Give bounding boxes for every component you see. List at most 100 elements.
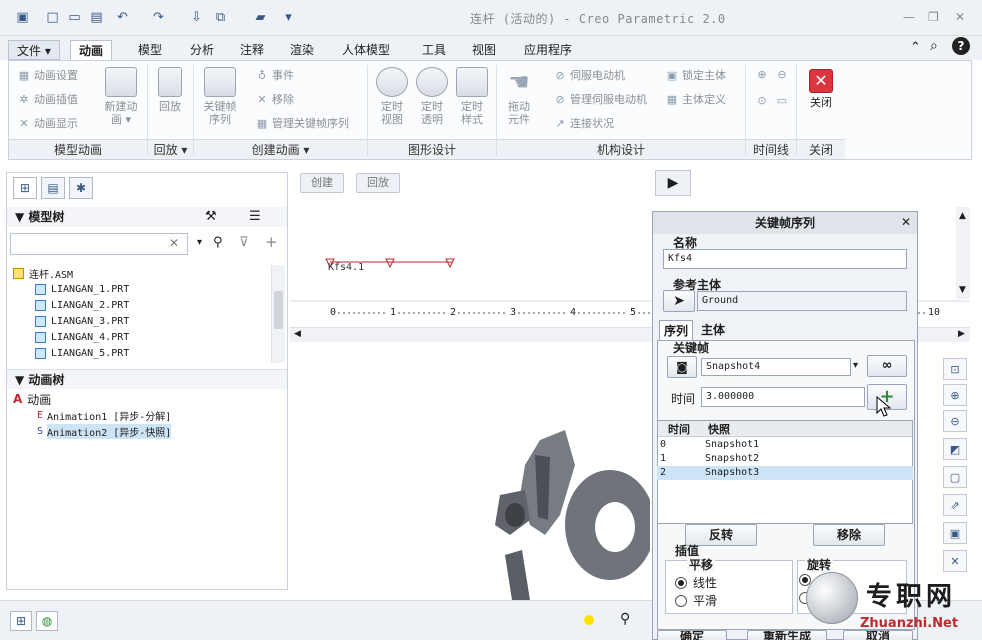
- tab-sequence[interactable]: 序列: [659, 320, 694, 340]
- saved-views-icon[interactable]: ⇗: [943, 494, 967, 516]
- model-tree-header[interactable]: ▼ 模型树: [7, 207, 287, 227]
- dialog-close-button[interactable]: ✕: [901, 215, 911, 229]
- translation-linear-radio[interactable]: 线性: [675, 574, 717, 591]
- close-window-button[interactable]: ✕: [955, 10, 965, 24]
- tab-animation[interactable]: 动画: [70, 40, 113, 60]
- body-definition-button[interactable]: ▦ 主体定义: [665, 91, 726, 107]
- minimize-button[interactable]: —: [903, 10, 915, 24]
- redo-icon[interactable]: ↷: [150, 9, 167, 26]
- tree-item-part[interactable]: LIANGAN_2.PRT: [35, 297, 129, 313]
- open-folder-icon[interactable]: ▭: [66, 9, 83, 26]
- keyframe-marker[interactable]: [445, 258, 455, 269]
- keyframe-row-selected[interactable]: 2 Snapshot3: [657, 466, 913, 480]
- timeline-vscrollbar[interactable]: ▲ ▼: [956, 207, 970, 299]
- timed-view-button[interactable]: 定时 视图: [375, 67, 409, 126]
- play-icon[interactable]: ▶: [655, 170, 691, 196]
- filter-icon[interactable]: ⊽: [239, 235, 249, 250]
- keyframe-marker[interactable]: [385, 258, 395, 269]
- servo-motor-button[interactable]: ⊘ 伺服电动机: [553, 67, 625, 83]
- save-icon[interactable]: ▤: [88, 9, 105, 26]
- tree-settings-icon[interactable]: ⚒: [205, 209, 217, 224]
- add-icon[interactable]: +: [265, 233, 278, 251]
- folder-browser-tab-icon[interactable]: ▤: [41, 177, 65, 199]
- restore-button[interactable]: ❐: [928, 10, 939, 24]
- ok-button[interactable]: 确定: [657, 630, 727, 640]
- tree-columns-icon[interactable]: ☰: [249, 209, 261, 224]
- help-icon[interactable]: ?: [952, 37, 970, 55]
- tree-item-assembly[interactable]: 连杆.ASM: [13, 265, 73, 281]
- search-icon[interactable]: ⌕: [930, 38, 938, 54]
- snapshot-camera-button[interactable]: ◙: [667, 356, 697, 378]
- model-tree-tab-icon[interactable]: ⊞: [13, 177, 37, 199]
- tab-model[interactable]: 模型: [130, 40, 170, 60]
- find-binoculars-icon[interactable]: ⚲: [620, 611, 630, 627]
- tab-applications[interactable]: 应用程序: [516, 40, 580, 60]
- zoom-in-timeline-button[interactable]: ⊕: [755, 67, 772, 81]
- zoom-out-icon[interactable]: ⊖: [943, 410, 967, 432]
- view-manager-icon[interactable]: ▣: [943, 522, 967, 544]
- tab-annotation[interactable]: 注释: [232, 40, 272, 60]
- scroll-left-icon[interactable]: ◀: [294, 329, 301, 339]
- refit-icon[interactable]: ⊡: [943, 358, 967, 380]
- zoom-in-icon[interactable]: ⊕: [943, 384, 967, 406]
- close-animation-button[interactable]: ✕ 关闭: [805, 69, 837, 109]
- favorites-tab-icon[interactable]: ✱: [69, 177, 93, 199]
- tree-item-part[interactable]: LIANGAN_5.PRT: [35, 345, 129, 361]
- binoculars-icon[interactable]: ⚲: [213, 235, 223, 250]
- event-button[interactable]: ♁ 事件: [255, 67, 294, 83]
- snapshot-select[interactable]: Snapshot4: [701, 358, 851, 376]
- tab-manikin[interactable]: 人体模型: [334, 40, 398, 60]
- undo-icon[interactable]: ↶: [114, 9, 131, 26]
- name-input[interactable]: Kfs4: [663, 249, 907, 269]
- tab-file[interactable]: 文件 ▾: [8, 40, 60, 60]
- refit-timeline-button[interactable]: ⊙: [755, 93, 772, 107]
- regenerate-icon[interactable]: ⇩: [188, 9, 205, 26]
- browser-toggle-icon[interactable]: ◍: [36, 611, 58, 631]
- tab-view[interactable]: 视图: [464, 40, 504, 60]
- anim-display-button[interactable]: ✕ 动画显示: [17, 115, 78, 131]
- new-file-icon[interactable]: □: [44, 9, 61, 26]
- scroll-up-icon[interactable]: ▲: [959, 211, 966, 221]
- tab-tools[interactable]: 工具: [414, 40, 454, 60]
- anim-interpolation-button[interactable]: ✲ 动画插值: [17, 91, 78, 107]
- playback-button[interactable]: 回放: [152, 67, 188, 113]
- center-playback-button[interactable]: 回放: [356, 173, 400, 193]
- windows-icon[interactable]: ⧉: [212, 9, 229, 26]
- select-pointer-button[interactable]: ➤: [663, 290, 695, 312]
- drag-component-button[interactable]: ☚ 拖动 元件: [501, 67, 537, 126]
- navigator-toggle-icon[interactable]: ⊞: [10, 611, 32, 631]
- remove-button[interactable]: ✕ 移除: [255, 91, 294, 107]
- tree-item-part[interactable]: LIANGAN_1.PRT: [35, 281, 129, 297]
- translation-smooth-radio[interactable]: 平滑: [675, 592, 717, 609]
- collapse-ribbon-icon[interactable]: ⌃: [910, 40, 921, 55]
- anim-settings-button[interactable]: ▦ 动画设置: [17, 67, 78, 83]
- model-pin[interactable]: [505, 503, 525, 527]
- animation-root[interactable]: A 动画: [13, 391, 51, 407]
- create-button[interactable]: 创建: [300, 173, 344, 193]
- tree-item-part[interactable]: LIANGAN_3.PRT: [35, 313, 129, 329]
- zoom-out-timeline-button[interactable]: ⊖: [775, 67, 792, 81]
- manage-servo-button[interactable]: ⊘ 管理伺服电动机: [553, 91, 647, 107]
- tab-analysis[interactable]: 分析: [182, 40, 222, 60]
- tree-item-part[interactable]: LIANGAN_4.PRT: [35, 329, 129, 345]
- animation-item[interactable]: E Animation1 [异步-分解]: [37, 407, 171, 423]
- tab-render[interactable]: 渲染: [282, 40, 322, 60]
- repaint-icon[interactable]: ◩: [943, 438, 967, 460]
- customize-toolbar-icon[interactable]: ▾: [280, 9, 297, 26]
- animation-tree-header[interactable]: ▼ 动画树: [7, 369, 287, 389]
- animation-item-selected[interactable]: S Animation2 [异步-快照]: [37, 423, 172, 439]
- snapshot-dropdown-icon[interactable]: ▾: [853, 360, 858, 371]
- new-animation-button[interactable]: 新建动 画 ▾: [101, 67, 141, 126]
- lock-body-button[interactable]: ▣ 锁定主体: [665, 67, 726, 83]
- model-graphics-area[interactable]: [290, 345, 650, 600]
- preview-glasses-button[interactable]: ∞: [867, 355, 907, 377]
- timed-style-button[interactable]: 定时 样式: [455, 67, 489, 126]
- scrollbar-thumb[interactable]: [274, 291, 283, 329]
- datum-display-icon[interactable]: ✕: [943, 550, 967, 572]
- clear-search-icon[interactable]: ✕: [169, 236, 179, 250]
- tree-scrollbar[interactable]: [271, 265, 285, 363]
- timeline-frame-button[interactable]: ▭: [775, 93, 792, 107]
- tab-body[interactable]: 主体: [697, 320, 729, 340]
- search-dropdown-icon[interactable]: ▾: [197, 237, 202, 248]
- remove-keyframe-button[interactable]: 移除: [813, 524, 885, 546]
